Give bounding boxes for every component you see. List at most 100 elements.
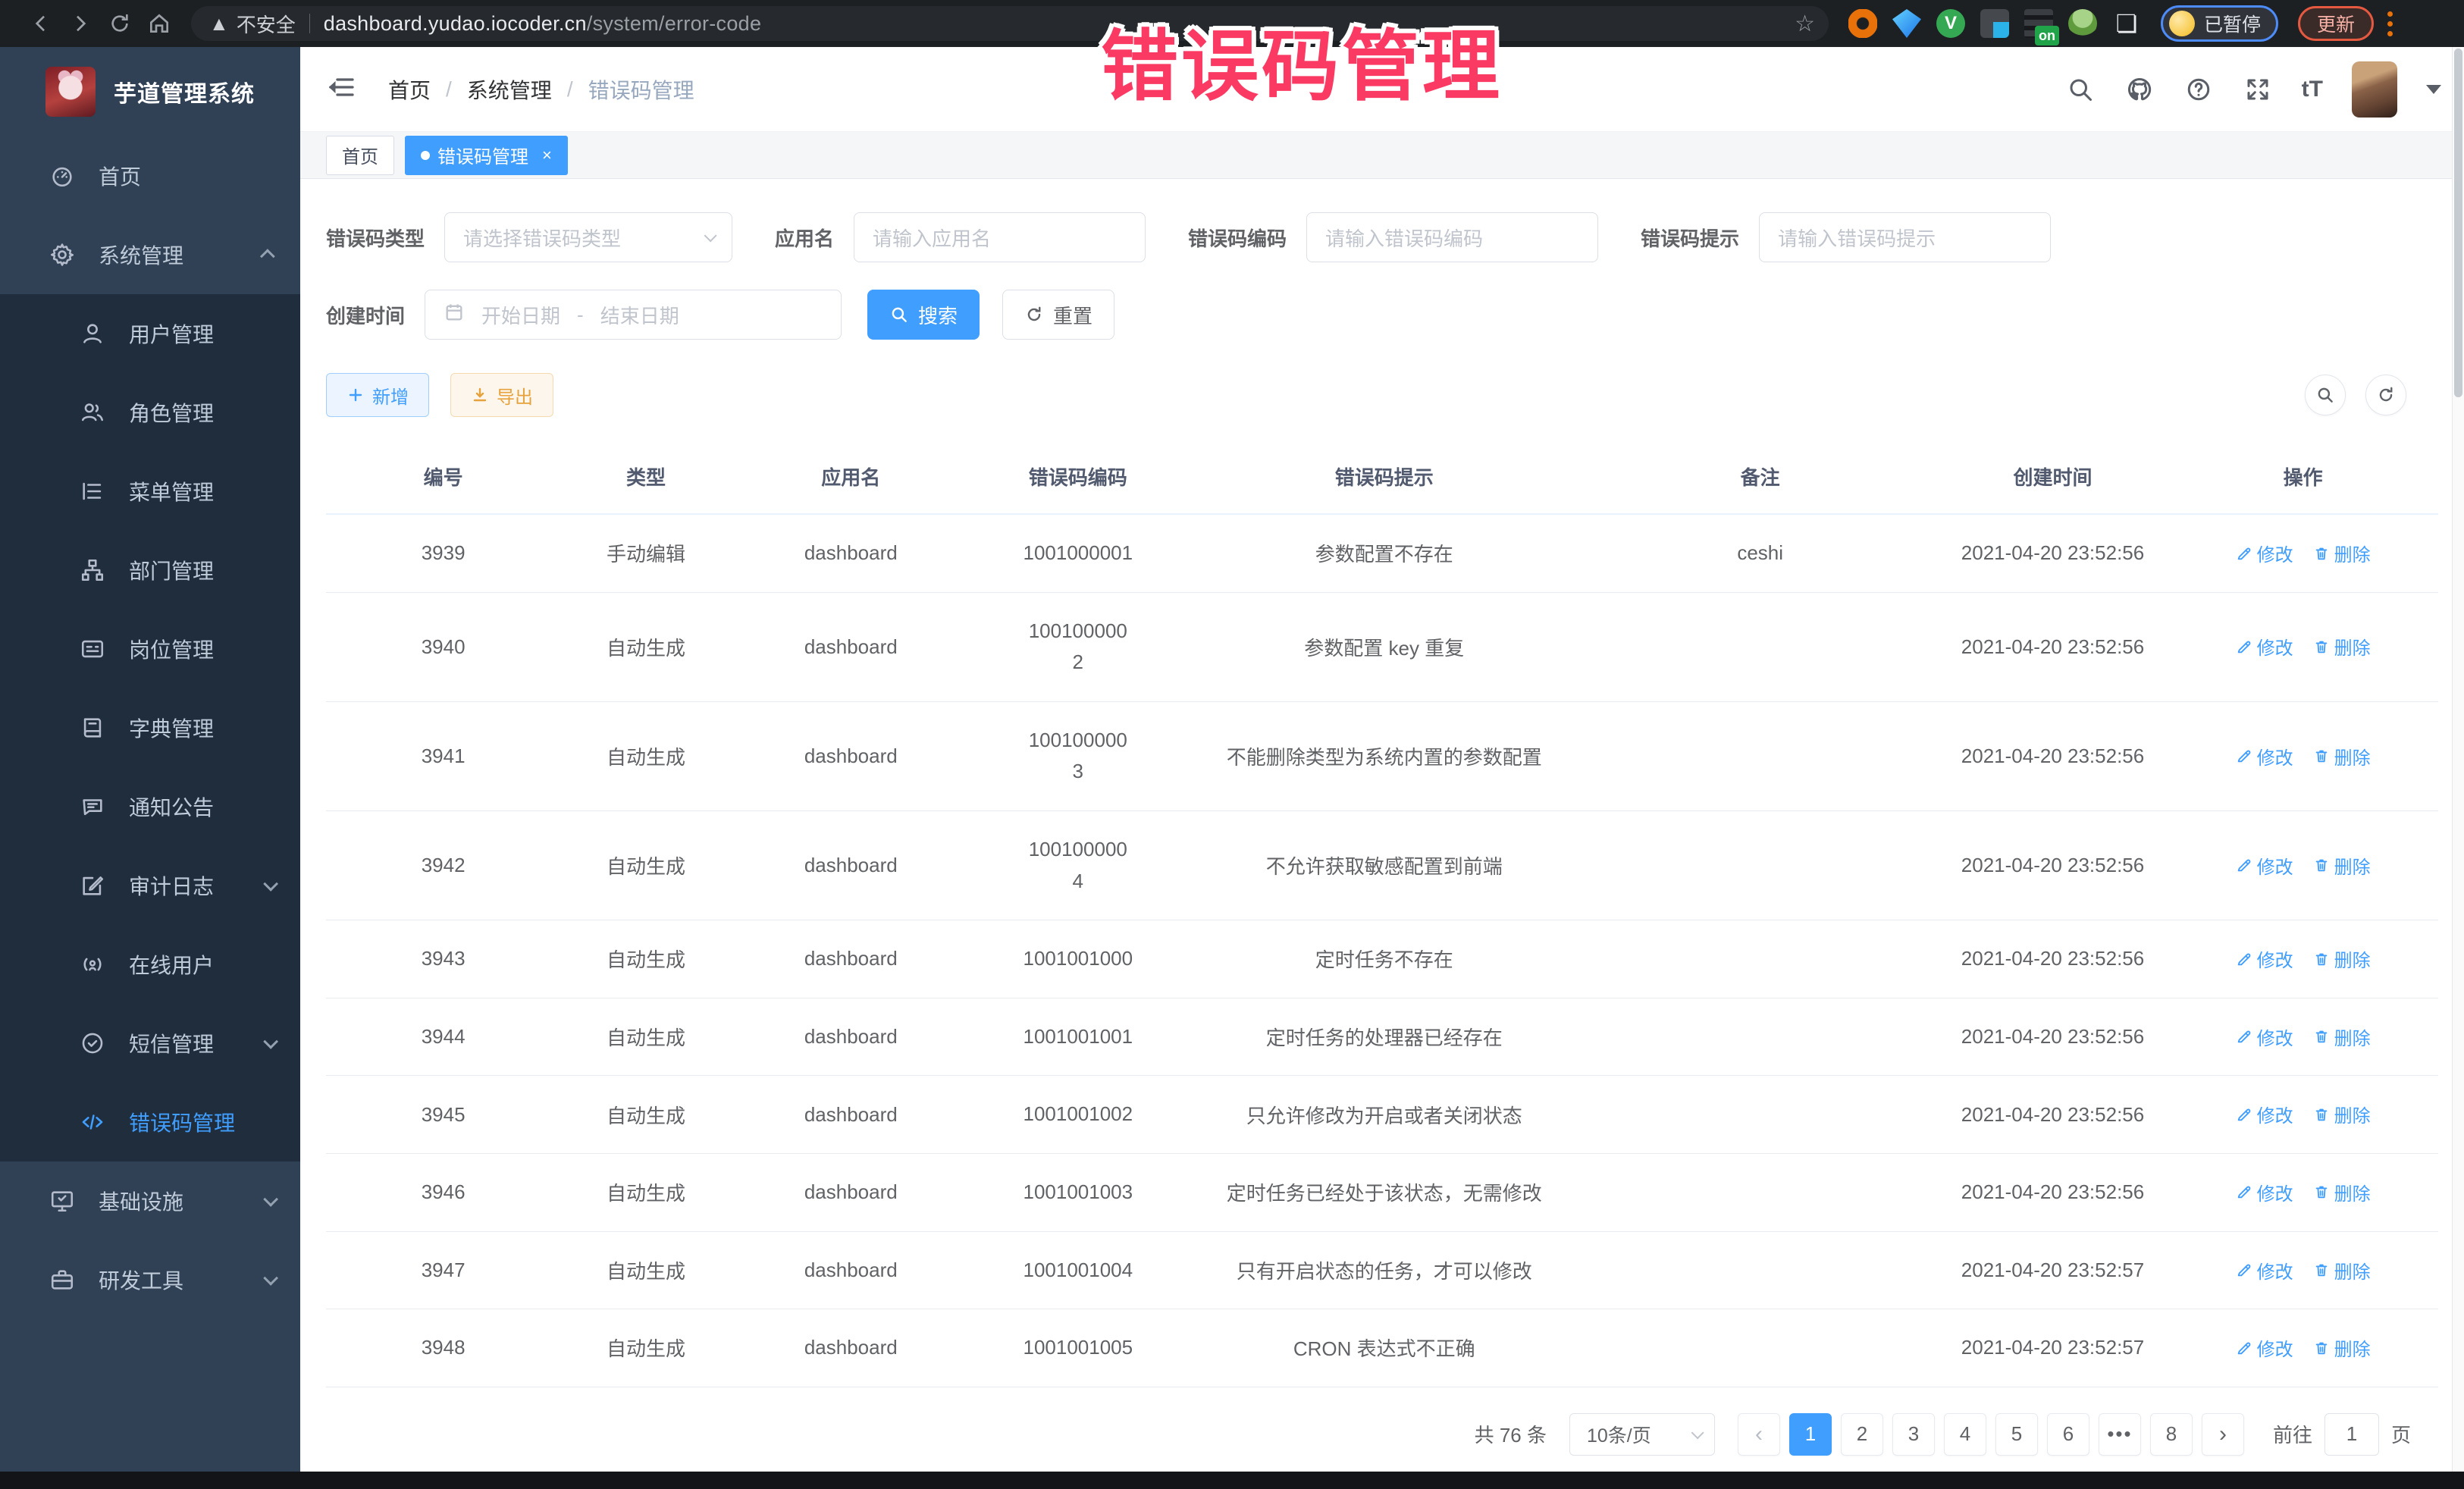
cell-code: 100100000 3	[970, 701, 1186, 810]
delete-link[interactable]: 删除	[2313, 633, 2371, 660]
sidebar-logo-row[interactable]: 芋道管理系统	[0, 47, 300, 136]
sidebar-item-dict-management[interactable]: 字典管理	[0, 688, 300, 767]
edit-link[interactable]: 修改	[2236, 1101, 2293, 1127]
browser-back-icon[interactable]	[21, 4, 61, 43]
pagination-page-2[interactable]: 2	[1841, 1413, 1883, 1456]
pagination-page-6[interactable]: 6	[2047, 1413, 2089, 1456]
pagination-next-button[interactable]: ›	[2202, 1413, 2244, 1456]
toggle-search-button[interactable]	[2305, 375, 2346, 415]
avatar-caret-down-icon[interactable]	[2426, 85, 2441, 94]
extension-key-icon[interactable]	[2068, 9, 2097, 38]
github-icon[interactable]	[2124, 74, 2155, 105]
browser-update-button[interactable]: 更新	[2298, 6, 2374, 41]
edit-link[interactable]: 修改	[2236, 743, 2293, 770]
error-type-select[interactable]: 请选择错误码类型	[444, 212, 732, 262]
sidebar-item-error-code-management[interactable]: 错误码管理	[0, 1083, 300, 1161]
delete-link[interactable]: 删除	[2313, 540, 2371, 566]
sidebar-item-dept-management[interactable]: 部门管理	[0, 531, 300, 610]
url-divider	[309, 14, 310, 33]
edit-link[interactable]: 修改	[2236, 1023, 2293, 1050]
browser-reload-icon[interactable]	[100, 4, 140, 43]
sidebar-item-menu-management[interactable]: 菜单管理	[0, 452, 300, 531]
delete-link[interactable]: 删除	[2313, 1023, 2371, 1050]
delete-link[interactable]: 删除	[2313, 945, 2371, 972]
sidebar-item-audit-log[interactable]: 审计日志	[0, 846, 300, 925]
pagination-more-pages[interactable]: •••	[2099, 1413, 2141, 1456]
goto-page-input[interactable]: 1	[2324, 1413, 2379, 1456]
sidebar-item-home[interactable]: 首页	[0, 136, 300, 215]
sidebar-item-sms-management[interactable]: 短信管理	[0, 1004, 300, 1083]
edit-link[interactable]: 修改	[2236, 633, 2293, 660]
browser-menu-dots-icon[interactable]	[2387, 11, 2393, 36]
sidebar-toggle-icon[interactable]	[326, 72, 356, 106]
gear-icon	[49, 241, 76, 268]
tab-close-icon[interactable]: ×	[542, 146, 552, 165]
export-button[interactable]: 导出	[450, 373, 553, 417]
sidebar-item-post-management[interactable]: 岗位管理	[0, 610, 300, 688]
delete-link[interactable]: 删除	[2313, 1334, 2371, 1361]
edit-link[interactable]: 修改	[2236, 852, 2293, 879]
extension-orange-icon[interactable]	[1848, 9, 1877, 38]
delete-link[interactable]: 删除	[2313, 743, 2371, 770]
page-size-select[interactable]: 10条/页	[1569, 1413, 1715, 1456]
edit-link[interactable]: 修改	[2236, 540, 2293, 566]
breadcrumb-system[interactable]: 系统管理	[467, 74, 552, 105]
address-bar[interactable]: ▲ 不安全 dashboard.yudao.iocoder.cn/system/…	[191, 6, 1829, 41]
delete-link[interactable]: 删除	[2313, 852, 2371, 879]
site-security-warning[interactable]: ▲ 不安全	[209, 10, 296, 38]
extension-switch-icon[interactable]: on	[2024, 9, 2053, 38]
sidebar-item-role-management[interactable]: 角色管理	[0, 373, 300, 452]
fullscreen-icon[interactable]	[2243, 74, 2273, 105]
delete-link[interactable]: 删除	[2313, 1257, 2371, 1284]
pagination-page-1[interactable]: 1	[1789, 1413, 1832, 1456]
pagination-prev-button[interactable]: ‹	[1738, 1413, 1780, 1456]
extensions-puzzle-icon[interactable]: ❏	[2112, 9, 2141, 38]
url-text[interactable]: dashboard.yudao.iocoder.cn/system/error-…	[324, 12, 1787, 36]
pagination-page-8[interactable]: 8	[2150, 1413, 2193, 1456]
sidebar-item-dev-tools[interactable]: 研发工具	[0, 1240, 300, 1319]
reset-button[interactable]: 重置	[1002, 290, 1114, 340]
sidebar-item-system-management[interactable]: 系统管理	[0, 215, 300, 294]
tab-home[interactable]: 首页	[326, 136, 394, 175]
page-scrollbar[interactable]	[2452, 47, 2464, 1472]
create-time-range-picker[interactable]: 开始日期 - 结束日期	[425, 290, 842, 340]
extension-vue-devtools-icon[interactable]: V	[1936, 9, 1965, 38]
sidebar-item-user-management[interactable]: 用户管理	[0, 294, 300, 373]
browser-forward-icon[interactable]	[61, 4, 100, 43]
edit-link[interactable]: 修改	[2236, 1257, 2293, 1284]
edit-link[interactable]: 修改	[2236, 1334, 2293, 1361]
pagination-page-4[interactable]: 4	[1944, 1413, 1986, 1456]
breadcrumb-home[interactable]: 首页	[388, 74, 431, 105]
cell-id: 3940	[326, 592, 560, 701]
refresh-button[interactable]	[2365, 375, 2406, 415]
delete-link[interactable]: 删除	[2313, 1179, 2371, 1205]
delete-link[interactable]: 删除	[2313, 1101, 2371, 1127]
scrollbar-thumb[interactable]	[2454, 49, 2462, 397]
tab-error-code-management[interactable]: 错误码管理 ×	[405, 136, 568, 175]
extension-gem-icon[interactable]	[1892, 9, 1921, 38]
announcement-icon	[79, 793, 106, 820]
search-button[interactable]: 搜索	[867, 290, 980, 340]
help-icon[interactable]	[2183, 74, 2214, 105]
search-icon[interactable]	[2065, 74, 2096, 105]
edit-link[interactable]: 修改	[2236, 1179, 2293, 1205]
user-avatar[interactable]	[2352, 61, 2397, 118]
font-size-icon[interactable]: tT	[2302, 77, 2323, 102]
cell-actions: 修改删除	[2168, 998, 2438, 1076]
cell-id: 3942	[326, 810, 560, 920]
edit-link[interactable]: 修改	[2236, 945, 2293, 972]
pagination-page-5[interactable]: 5	[1995, 1413, 2038, 1456]
browser-home-icon[interactable]	[140, 4, 179, 43]
sidebar-item-infrastructure[interactable]: 基础设施	[0, 1161, 300, 1240]
sidebar-item-notice-management[interactable]: 通知公告	[0, 767, 300, 846]
browser-profile-button[interactable]: 已暂停	[2161, 5, 2278, 42]
add-button[interactable]: 新增	[326, 373, 429, 417]
app-name-input[interactable]: 请输入应用名	[854, 212, 1146, 262]
pagination-page-3[interactable]: 3	[1892, 1413, 1935, 1456]
bookmark-star-icon[interactable]: ☆	[1795, 11, 1815, 37]
error-hint-input[interactable]: 请输入错误码提示	[1759, 212, 2051, 262]
sidebar-item-online-users[interactable]: 在线用户	[0, 925, 300, 1004]
cell-hint: 参数配置不存在	[1186, 514, 1583, 592]
extension-grid-icon[interactable]	[1980, 9, 2009, 38]
error-code-input[interactable]: 请输入错误码编码	[1306, 212, 1598, 262]
